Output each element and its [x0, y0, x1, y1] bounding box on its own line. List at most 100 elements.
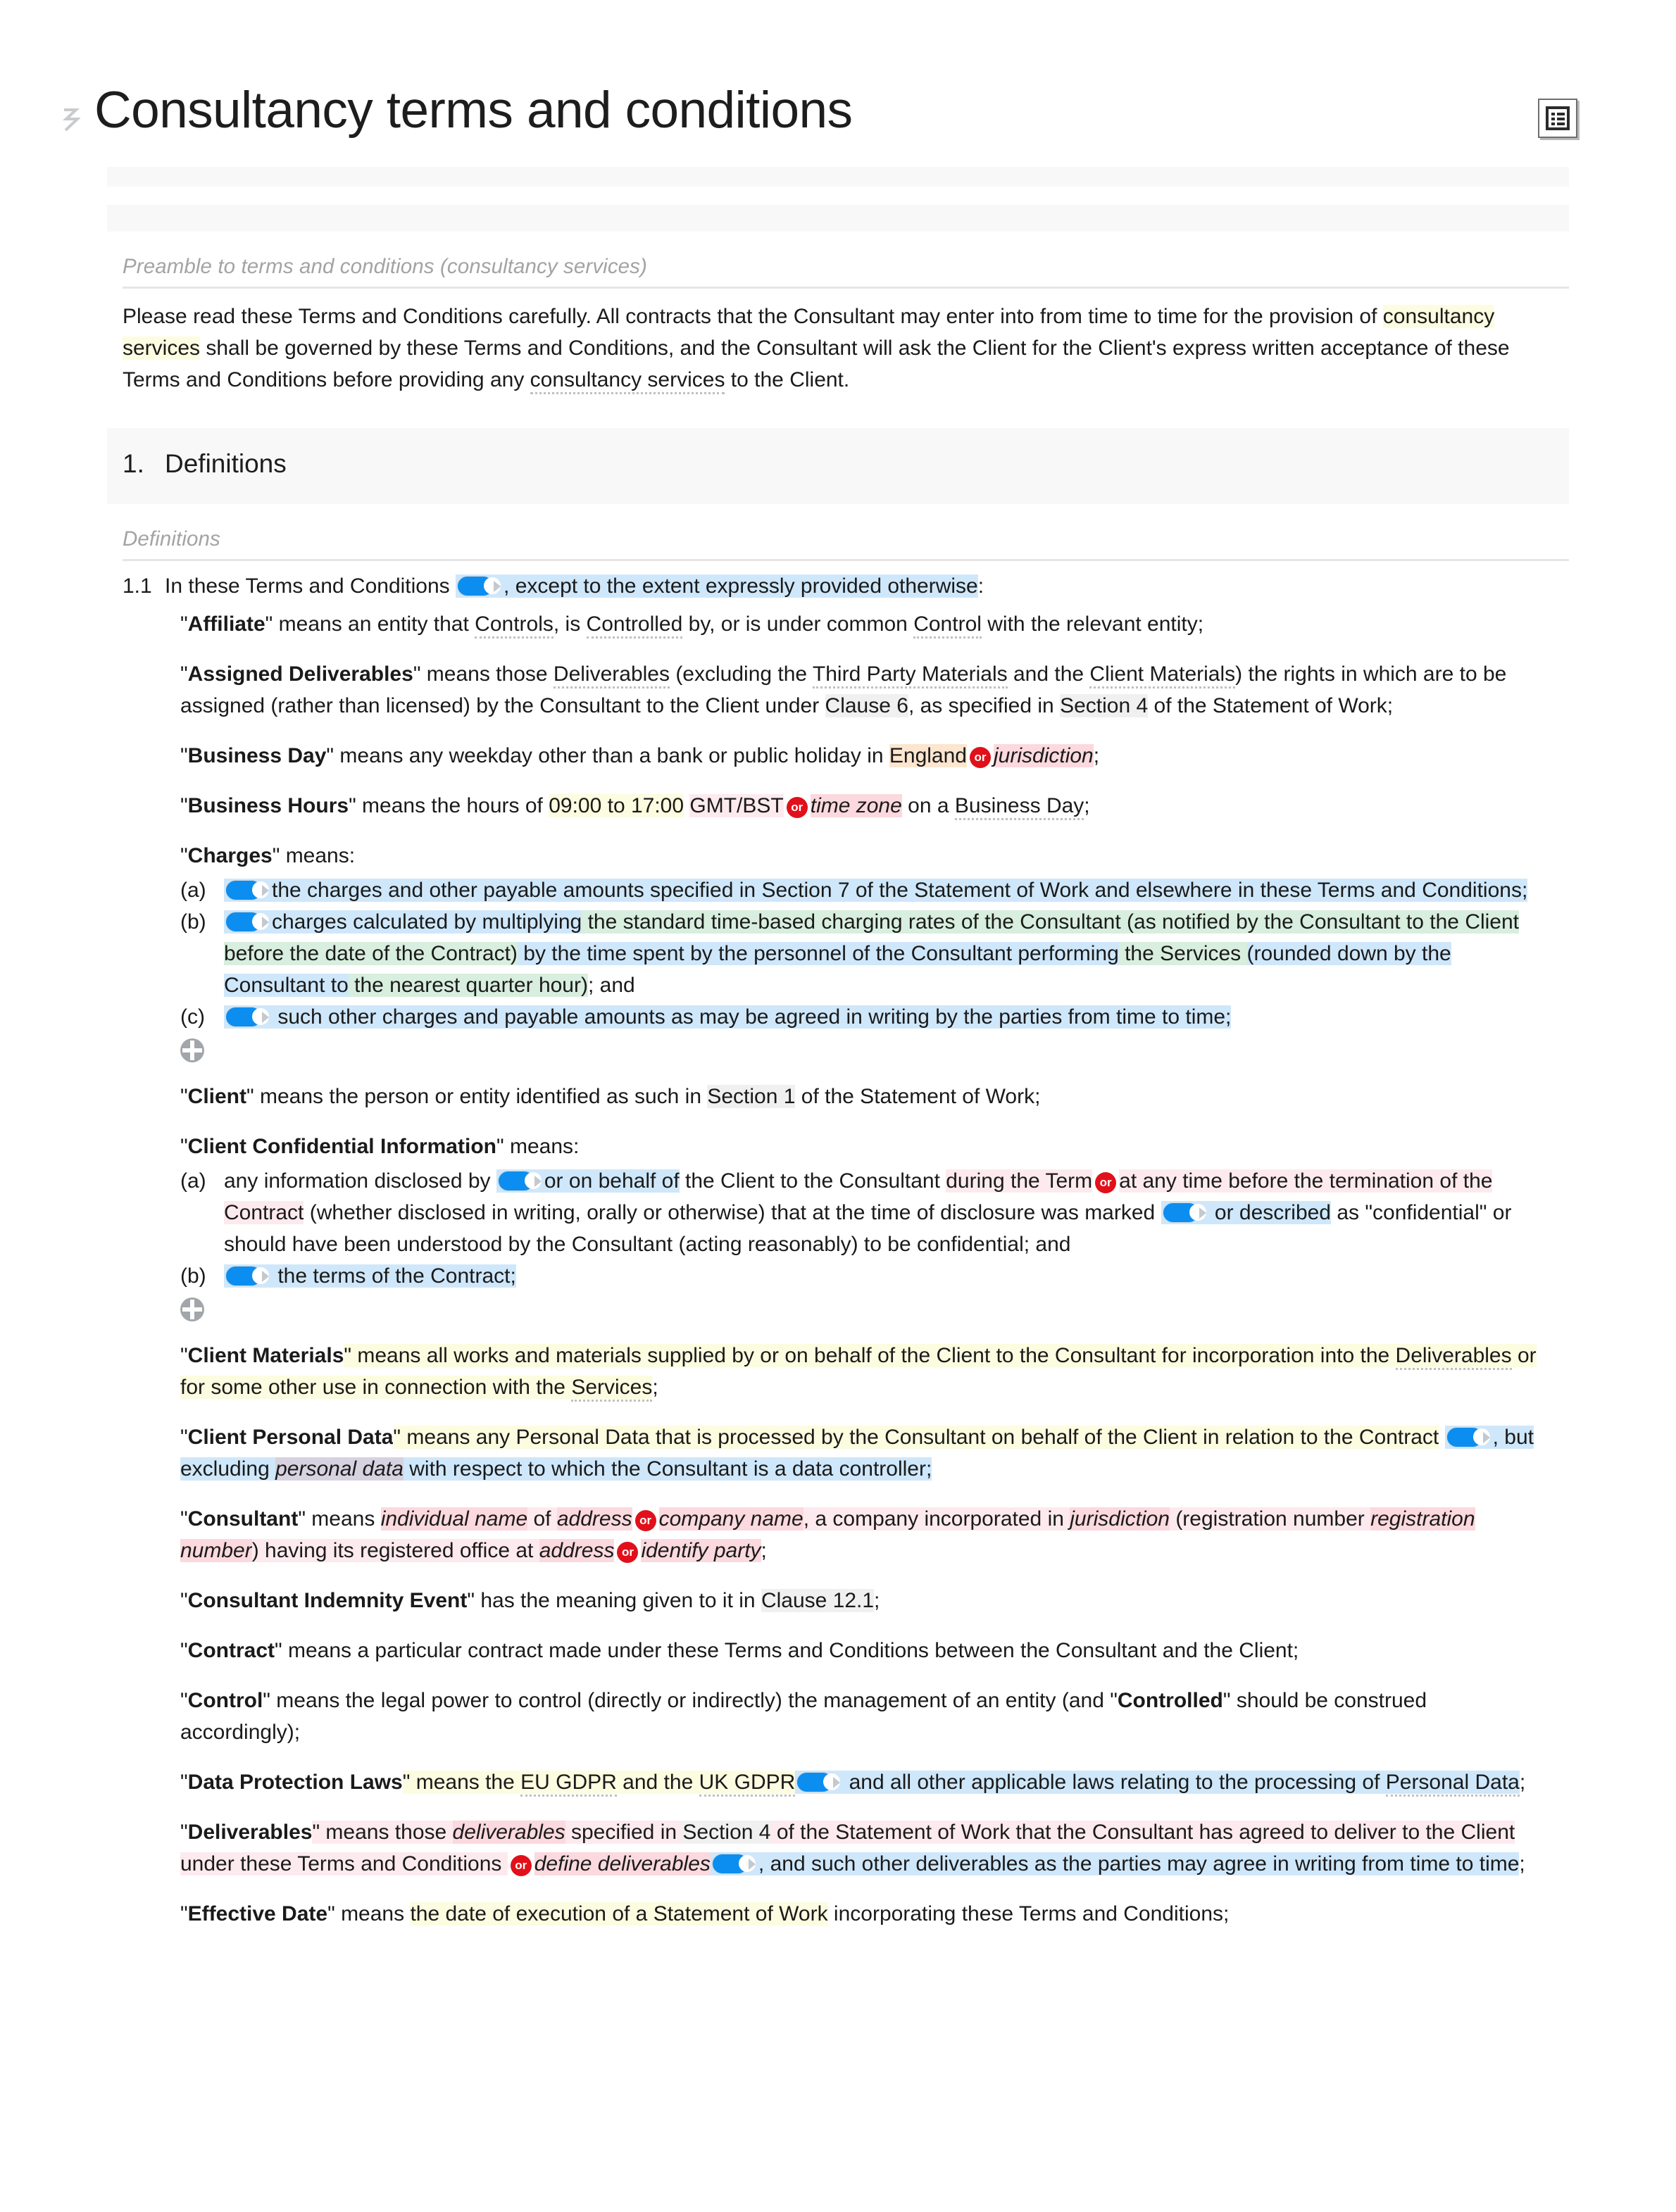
or-badge[interactable]: or — [786, 796, 808, 818]
optional-yellow-span[interactable]: " means any Personal Data that is proces… — [393, 1425, 1439, 1449]
text: ; — [1084, 793, 1090, 817]
term-ref-deliverables[interactable]: Deliverables — [1395, 1343, 1512, 1370]
text-green-3[interactable]: the nearest quarter hour) — [348, 973, 588, 997]
optional-yellow-span[interactable]: " means all works and materials supplied… — [180, 1343, 1537, 1402]
placeholder-define-deliverables[interactable]: define deliverables — [534, 1852, 711, 1875]
text: and the — [616, 1770, 699, 1794]
placeholder-company-name[interactable]: company name — [658, 1507, 803, 1531]
text: " means the hours of — [349, 793, 549, 817]
term-ref-client-materials[interactable]: Client Materials — [1089, 662, 1236, 689]
text: ) having its registered office at — [251, 1538, 539, 1562]
definition-effective-date: "Effective Date" means the date of execu… — [180, 1902, 1230, 1925]
toggle-switch[interactable] — [711, 1853, 757, 1874]
text: incorporating these Terms and Conditions… — [827, 1902, 1230, 1925]
cross-ref-clause-12-1[interactable]: Clause 12.1 — [761, 1588, 875, 1612]
or-badge[interactable]: or — [970, 746, 991, 768]
term-ref-services[interactable]: Services — [571, 1375, 653, 1402]
or-badge[interactable]: or — [1095, 1171, 1117, 1193]
term-ref-controlled[interactable]: Controlled — [586, 612, 683, 639]
or-badge[interactable]: or — [510, 1854, 532, 1876]
outline-view-button[interactable] — [1538, 99, 1577, 138]
text-green-2[interactable]: the Services — [1118, 941, 1247, 965]
placeholder-jurisdiction[interactable]: jurisdiction — [994, 743, 1094, 767]
definition-assigned-deliverables: "Assigned Deliverables" means those Deli… — [180, 662, 1507, 717]
variable-hours[interactable]: 09:00 to 17:00 — [549, 793, 684, 817]
term-ref-control[interactable]: Control — [913, 612, 982, 639]
text-blue-2[interactable]: by the time spent by the personnel of th… — [517, 941, 1119, 965]
toggle-switch[interactable] — [225, 1006, 270, 1027]
variable-during-the-term[interactable]: during the Term — [946, 1169, 1093, 1193]
add-item-icon[interactable] — [180, 1297, 204, 1321]
placeholder-individual-name[interactable]: individual name — [380, 1507, 528, 1531]
toggle-switch[interactable] — [1446, 1426, 1491, 1447]
clause-optional-span[interactable]: , except to the extent expressly provide… — [456, 574, 978, 598]
optional-span[interactable]: or on behalf of — [496, 1169, 680, 1193]
placeholder-time-zone[interactable]: time zone — [810, 793, 902, 817]
placeholder-jurisdiction[interactable]: jurisdiction — [1070, 1507, 1170, 1531]
preamble-term-ref[interactable]: consultancy services — [530, 367, 725, 394]
term-ref-deliverables[interactable]: Deliverables — [553, 662, 670, 689]
definition-client-personal-data: "Client Personal Data" means any Persona… — [180, 1425, 1534, 1481]
charges-sublist: (a) the charges and other payable amount… — [180, 874, 1569, 1033]
cross-ref-section-1[interactable]: Section 1 — [707, 1084, 796, 1108]
optional-blue-span[interactable]: and all other applicable laws relating t… — [795, 1770, 1520, 1797]
toggle-switch[interactable] — [225, 1265, 270, 1286]
term-ref-uk-gdpr[interactable]: UK GDPR — [699, 1770, 796, 1797]
toggle-switch[interactable] — [225, 911, 270, 932]
toggle-switch[interactable] — [1162, 1202, 1208, 1223]
term-ref-personal-data[interactable]: Personal Data — [1385, 1770, 1520, 1797]
add-item-icon[interactable] — [180, 1038, 204, 1062]
optional-span[interactable]: the terms of the Contract; — [224, 1264, 516, 1288]
definition-deliverables: "Deliverables" means those deliverables … — [180, 1820, 1525, 1876]
preamble-text-c: to the Client. — [725, 367, 850, 391]
text: " means the legal power to control (dire… — [263, 1688, 1118, 1712]
variable-timezone-label[interactable]: GMT/BST — [689, 793, 784, 817]
optional-span[interactable]: or described — [1161, 1200, 1331, 1224]
cross-ref-section-4[interactable]: Section 4 — [682, 1820, 771, 1844]
cross-ref-clause-6[interactable]: Clause 6 — [825, 693, 908, 717]
definition-client-confidential-information: "Client Confidential Information" means: — [180, 1134, 580, 1158]
preamble-label: Preamble to terms and conditions (consul… — [123, 254, 647, 278]
term-ref-controls[interactable]: Controls — [475, 612, 554, 639]
text: ; — [1519, 1770, 1526, 1794]
placeholder-address-2[interactable]: address — [539, 1538, 615, 1562]
list-item-body: the charges and other payable amounts sp… — [224, 874, 1543, 906]
text: (whether disclosed in writing, orally or… — [304, 1200, 1161, 1224]
text: " means those — [413, 662, 554, 686]
variable-england[interactable]: England — [889, 743, 967, 767]
cross-ref-section-4[interactable]: Section 4 — [1060, 693, 1149, 717]
list-item-text: the terms of the Contract; — [277, 1264, 516, 1288]
term-ref-third-party-materials[interactable]: Third Party Materials — [812, 662, 1008, 689]
text: with respect to which the Consultant is … — [403, 1457, 932, 1481]
text: and the — [1007, 662, 1090, 686]
list-item-label: (b) — [180, 1264, 206, 1288]
optional-span[interactable]: such other charges and payable amounts a… — [224, 1005, 1232, 1029]
optional-yellow-span[interactable]: the date of execution of a Statement of … — [410, 1902, 828, 1925]
optional-span[interactable]: the charges and other payable amounts sp… — [224, 878, 1528, 902]
toggle-switch[interactable] — [497, 1170, 543, 1191]
placeholder-personal-data[interactable]: personal data — [275, 1457, 404, 1481]
text: " means those — [312, 1820, 453, 1844]
term-ref-eu-gdpr[interactable]: EU GDPR — [520, 1770, 617, 1797]
clause-number: 1.1 — [123, 574, 152, 598]
text: with the relevant entity; — [981, 612, 1204, 636]
optional-yellow-span[interactable]: " means the EU GDPR and the UK GDPR — [402, 1770, 796, 1797]
or-badge[interactable]: or — [617, 1541, 639, 1563]
text: " means an entity that — [265, 612, 475, 636]
definition-consultant: "Consultant" means individual name of ad… — [180, 1507, 1475, 1563]
drag-handle-icon[interactable] — [62, 83, 94, 138]
placeholder-address[interactable]: address — [556, 1507, 632, 1531]
toggle-switch[interactable] — [796, 1771, 842, 1792]
term-ref-business-day[interactable]: Business Day — [954, 793, 1084, 820]
optional-span[interactable]: charges calculated by multiplying — [224, 910, 582, 934]
toggle-switch[interactable] — [457, 575, 502, 596]
defined-term: Consultant — [187, 1507, 299, 1531]
placeholder-identify-party[interactable]: identify party — [641, 1538, 761, 1562]
optional-blue-span[interactable]: , and such other deliverables as the par… — [710, 1852, 1520, 1875]
defined-term: Client Personal Data — [187, 1425, 394, 1449]
or-badge[interactable]: or — [634, 1509, 656, 1531]
toggle-switch[interactable] — [225, 879, 270, 900]
list-item: (c) such other charges and payable amoun… — [180, 1001, 1569, 1033]
defined-term: Assigned Deliverables — [187, 662, 413, 686]
placeholder-deliverables[interactable]: deliverables — [452, 1820, 565, 1844]
